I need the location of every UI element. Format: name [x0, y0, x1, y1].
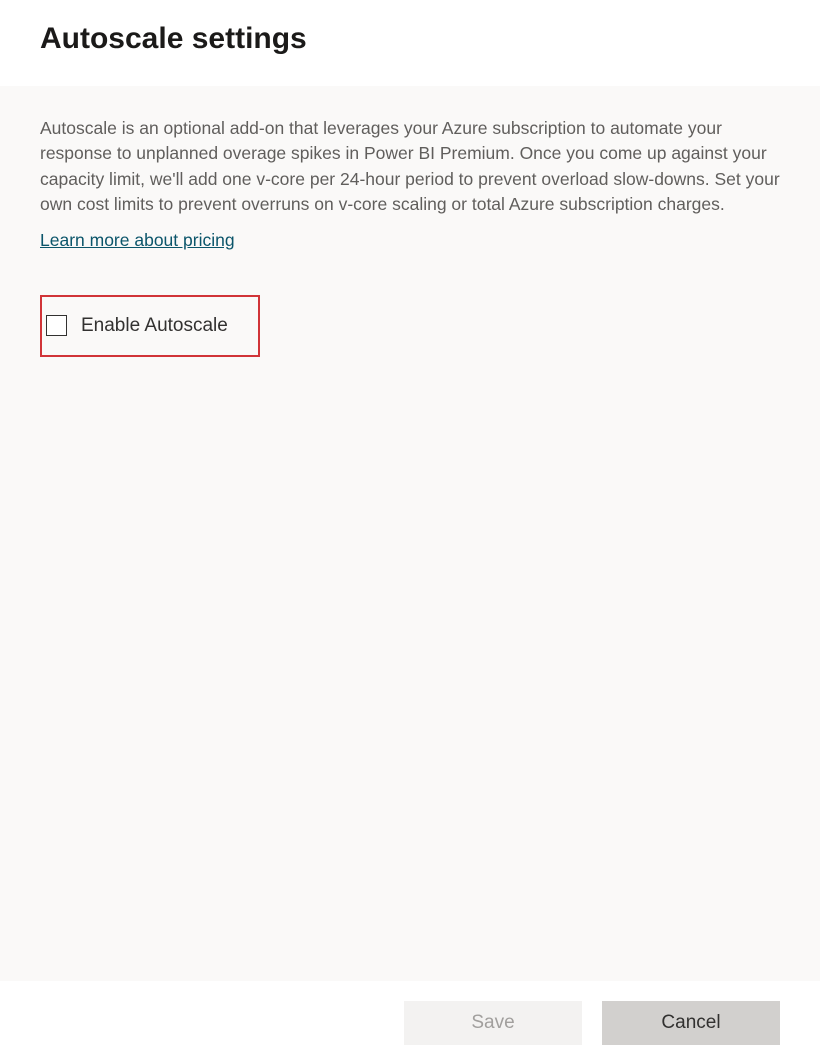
header: Autoscale settings: [0, 0, 820, 86]
enable-autoscale-highlight: Enable Autoscale: [40, 295, 260, 357]
enable-autoscale-label: Enable Autoscale: [81, 315, 228, 337]
content-panel: Autoscale is an optional add-on that lev…: [0, 86, 820, 981]
learn-more-link[interactable]: Learn more about pricing: [40, 230, 780, 251]
save-button[interactable]: Save: [404, 1001, 582, 1045]
page-title: Autoscale settings: [40, 22, 780, 56]
description-text: Autoscale is an optional add-on that lev…: [40, 116, 780, 218]
cancel-button[interactable]: Cancel: [602, 1001, 780, 1045]
enable-autoscale-checkbox[interactable]: [46, 315, 67, 336]
footer: Save Cancel: [0, 981, 820, 1063]
